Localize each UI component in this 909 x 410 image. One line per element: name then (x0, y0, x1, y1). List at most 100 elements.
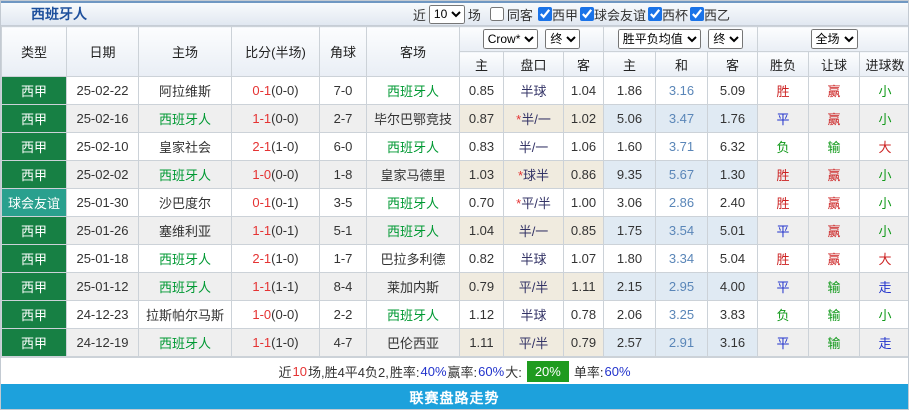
odds-away: 0.85 (563, 216, 604, 245)
type-badge: 西甲 (1, 244, 67, 273)
score: 2-1(1-0) (231, 244, 320, 273)
page-title: 西班牙人 (31, 6, 87, 22)
col-header-home: 主场 (138, 26, 232, 77)
home-team: 皇家社会 (138, 132, 232, 161)
result-handicap: 赢 (808, 76, 861, 105)
table-row: 西甲 25-01-18 西班牙人 2-1(1-0) 1-7 巴拉多利德 0.82… (1, 244, 908, 273)
table-row: 西甲 25-02-02 西班牙人 1-0(0-0) 1-8 皇家马德里 1.03… (1, 160, 908, 189)
odds-time-select-1[interactable]: 终 (545, 29, 581, 49)
recent-count-select[interactable]: 10 (428, 4, 465, 24)
type-badge: 球会友谊 (1, 188, 67, 217)
league-filter-checkbox-西甲[interactable] (537, 7, 552, 21)
same-away-checkbox[interactable] (489, 7, 504, 21)
result-handicap: 输 (808, 132, 861, 161)
odds-home: 0.70 (459, 188, 504, 217)
score: 0-1(0-1) (231, 188, 320, 217)
result-winloss: 平 (757, 104, 810, 133)
score: 0-1(0-0) (231, 76, 320, 105)
avg-draw: 3.47 (655, 104, 708, 133)
summary-record: 场,胜4平4负2, (307, 364, 389, 380)
score: 1-1(0-1) (231, 216, 320, 245)
away-team: 西班牙人 (366, 216, 460, 245)
summary-recent-count: 10 (292, 363, 307, 379)
match-date: 25-02-02 (66, 160, 139, 189)
summary-single-rate: 60% (604, 363, 631, 379)
away-team: 皇家马德里 (366, 160, 460, 189)
corner-score: 7-0 (319, 76, 367, 105)
avg-draw: 5.67 (655, 160, 708, 189)
score: 1-0(0-0) (231, 300, 320, 329)
odds-home: 0.85 (459, 76, 504, 105)
filter-controls: 近 10 场 同客 西甲 球会友谊 西杯 西乙 (413, 4, 730, 24)
odds-away: 1.04 (563, 76, 604, 105)
avg-select-cell: 胜平负均值 终 (602, 26, 759, 52)
league-filter-label: 西杯 (661, 7, 688, 23)
big-rate-badge: 20% (526, 360, 569, 382)
avg-home: 1.60 (603, 132, 656, 161)
league-filter-checkbox-西杯[interactable] (647, 7, 662, 21)
match-date: 25-01-26 (66, 216, 139, 245)
result-handicap: 赢 (808, 188, 861, 217)
league-filter-checkbox-球会友谊[interactable] (579, 7, 594, 21)
type-badge: 西甲 (1, 216, 67, 245)
type-badge: 西甲 (1, 272, 67, 301)
col-header-type: 类型 (1, 26, 67, 77)
odds-home: 1.11 (459, 328, 504, 357)
col-header-avg-home: 主 (603, 51, 656, 77)
bookmaker-select[interactable]: Crow* (482, 29, 538, 49)
odds-home: 1.04 (459, 216, 504, 245)
handicap: 半/一 (503, 132, 564, 161)
avg-away: 2.40 (706, 188, 759, 217)
handicap: *球半 (503, 160, 564, 189)
result-goals: 大 (859, 244, 908, 273)
avg-away: 3.16 (706, 328, 759, 357)
odds-home: 1.03 (459, 160, 504, 189)
period-select-cell: 全场 (757, 26, 908, 52)
odds-home: 0.79 (459, 272, 504, 301)
score: 1-0(0-0) (231, 160, 320, 189)
match-date: 25-02-22 (66, 76, 139, 105)
score: 2-1(1-0) (231, 132, 320, 161)
match-date: 25-02-10 (66, 132, 139, 161)
avg-home: 9.35 (603, 160, 656, 189)
title-bar: 西班牙人 近 10 场 同客 西甲 球会友谊 西杯 西乙 (1, 1, 908, 26)
away-team: 莱加内斯 (366, 272, 460, 301)
avg-odds-select[interactable]: 胜平负均值 (617, 29, 701, 49)
corner-score: 1-7 (319, 244, 367, 273)
col-header-winloss: 胜负 (757, 51, 810, 77)
league-filter-checkbox-西乙[interactable] (689, 7, 704, 21)
home-team: 西班牙人 (138, 272, 232, 301)
type-badge: 西甲 (1, 104, 67, 133)
away-team: 西班牙人 (366, 132, 460, 161)
result-winloss: 平 (757, 328, 810, 357)
corner-score: 3-5 (319, 188, 367, 217)
col-header-away: 客场 (366, 26, 460, 77)
avg-home: 1.80 (603, 244, 656, 273)
result-handicap: 输 (808, 300, 861, 329)
home-team: 拉斯帕尔马斯 (138, 300, 232, 329)
odds-away: 1.00 (563, 188, 604, 217)
period-select[interactable]: 全场 (810, 29, 858, 49)
summary-single-label: 单率: (573, 364, 604, 380)
result-winloss: 胜 (757, 160, 810, 189)
col-header-corner: 角球 (319, 26, 367, 77)
col-header-avg-away: 客 (706, 51, 759, 77)
odds-away: 1.06 (563, 132, 604, 161)
table-row: 西甲 25-01-12 西班牙人 1-1(1-1) 8-4 莱加内斯 0.79 … (1, 272, 908, 301)
result-goals: 大 (859, 132, 908, 161)
away-team: 巴伦西亚 (366, 328, 460, 357)
away-team: 西班牙人 (366, 76, 460, 105)
handicap: *半/一 (503, 104, 564, 133)
result-winloss: 胜 (757, 244, 810, 273)
match-table: 类型 日期 主场 比分(半场) 角球 客场 Crow* 终 胜平负均值 终 全场 (1, 26, 908, 357)
result-winloss: 负 (757, 300, 810, 329)
result-goals: 小 (859, 76, 908, 105)
corner-score: 5-1 (319, 216, 367, 245)
avg-away: 5.09 (706, 76, 759, 105)
score: 1-1(1-0) (231, 328, 320, 357)
away-team: 西班牙人 (366, 300, 460, 329)
avg-away: 1.30 (706, 160, 759, 189)
odds-away: 1.11 (563, 272, 604, 301)
odds-away: 0.86 (563, 160, 604, 189)
odds-time-select-2[interactable]: 终 (708, 29, 744, 49)
